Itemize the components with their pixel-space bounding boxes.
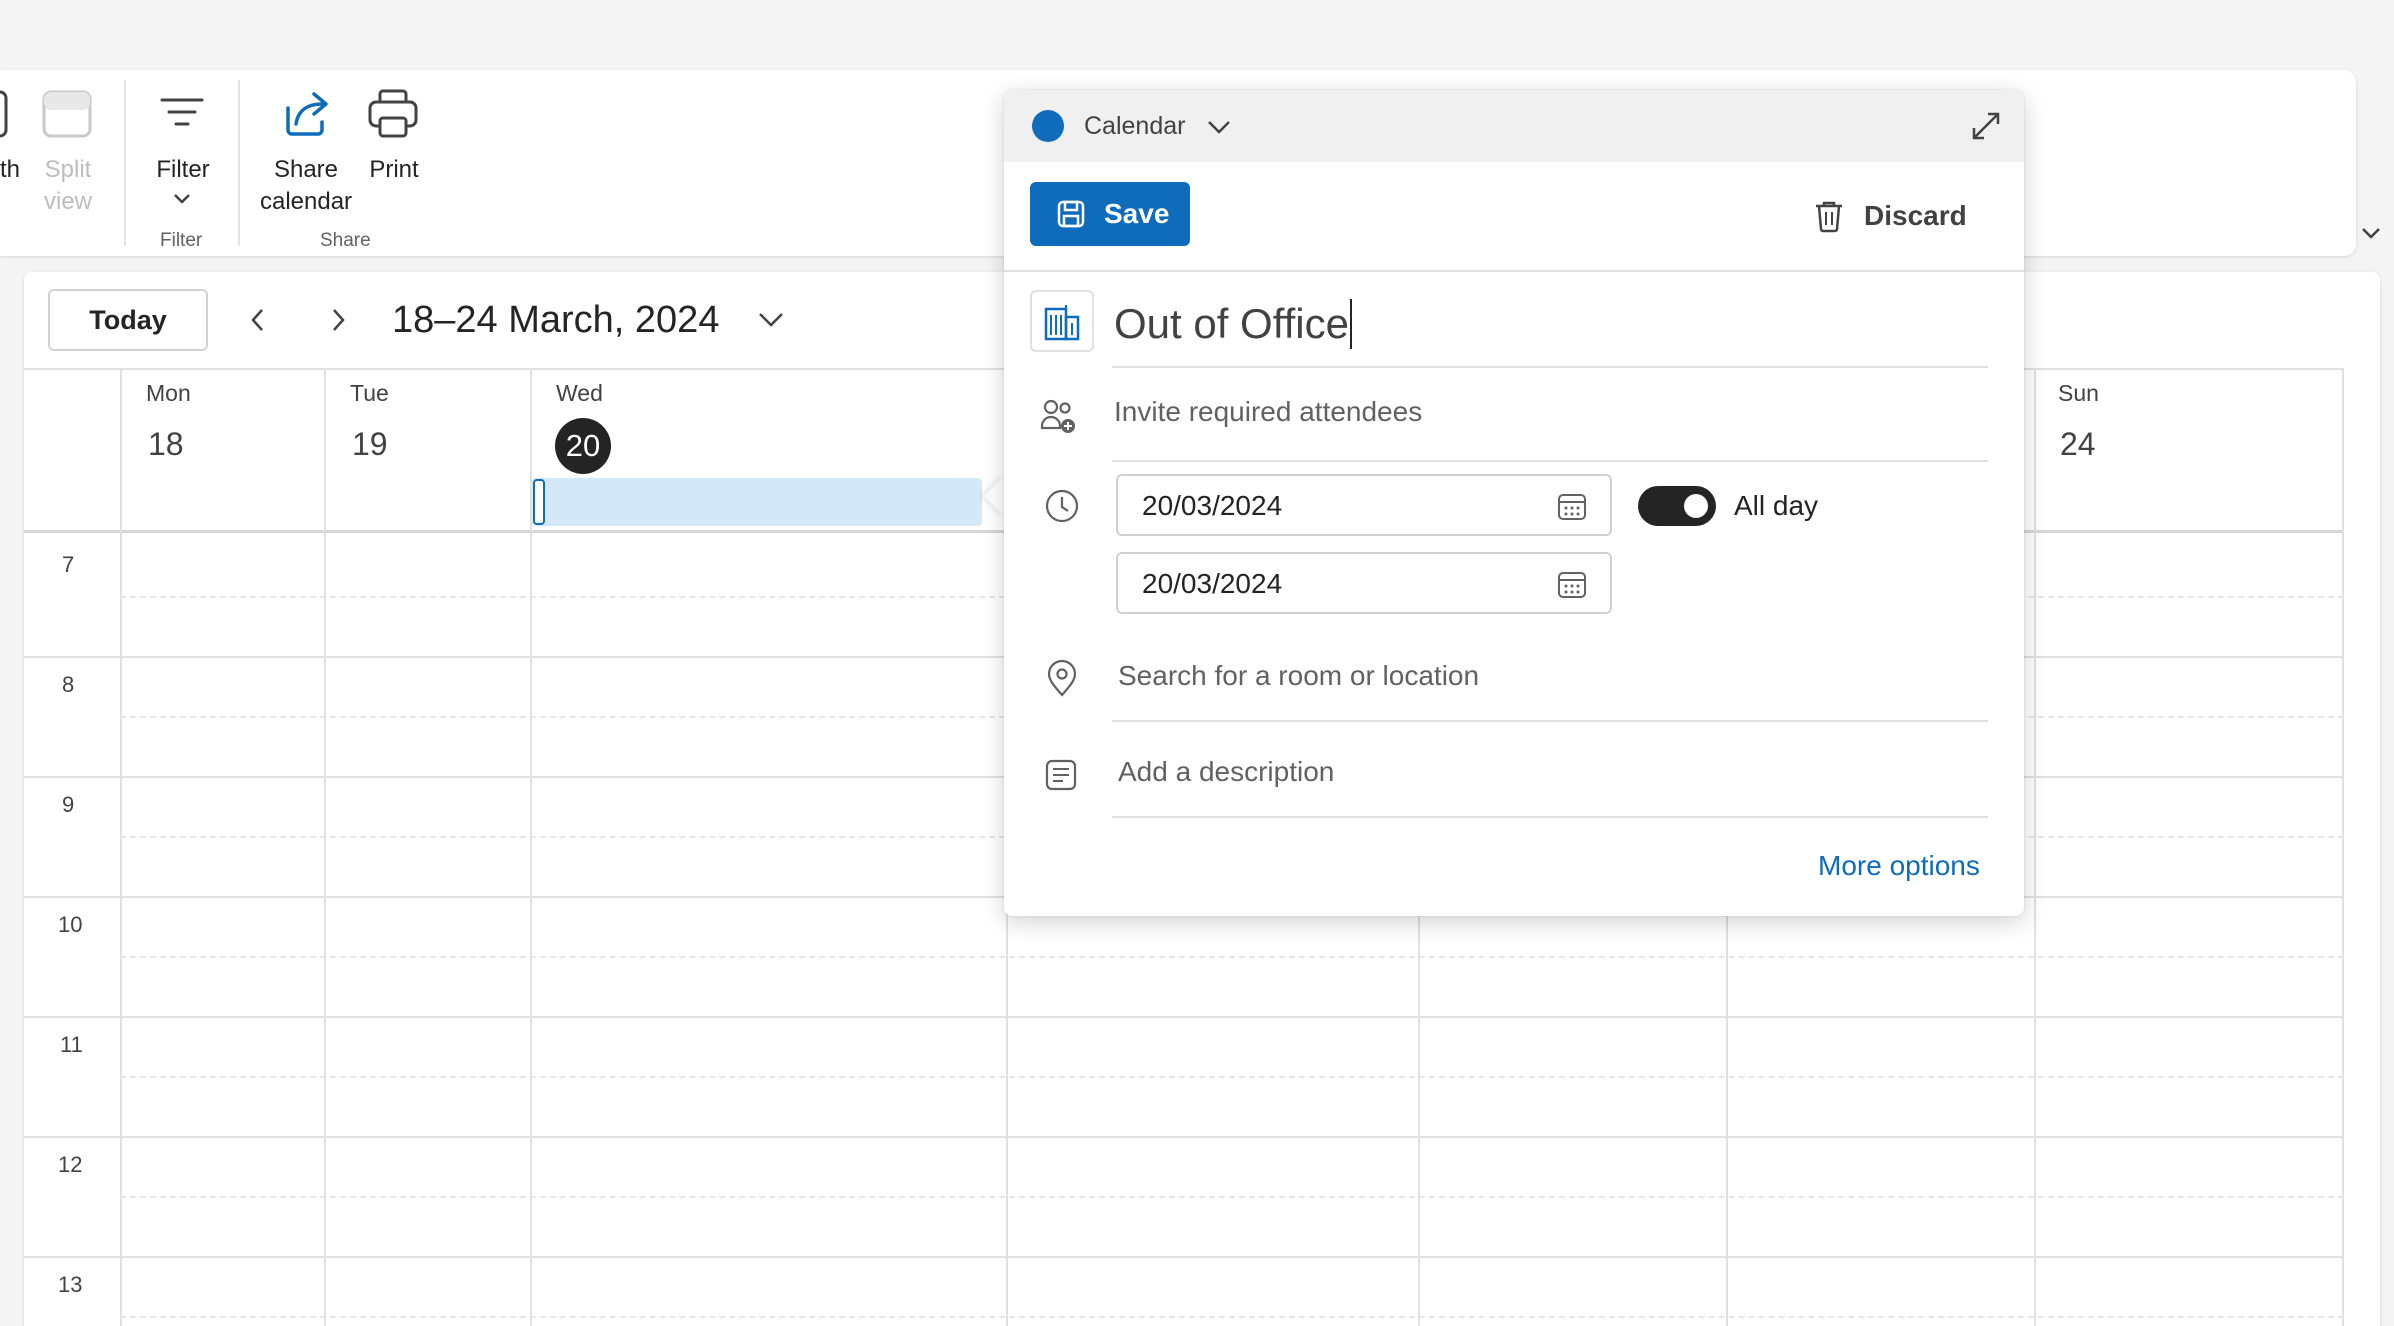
hour-label: 7 xyxy=(62,552,75,577)
day-num-mon[interactable]: 18 xyxy=(148,426,184,463)
trash-icon xyxy=(1814,199,1844,233)
attendees-input[interactable]: Invite required attendees xyxy=(1114,396,1422,428)
attendees-icon xyxy=(1040,398,1078,441)
location-input[interactable]: Search for a room or location xyxy=(1118,660,1479,692)
all-day-label: All day xyxy=(1734,490,1819,521)
end-date-value: 20/03/2024 xyxy=(1142,568,1283,599)
discard-label: Discard xyxy=(1864,200,1967,231)
attendees-underline xyxy=(1112,460,1988,462)
calendar-selector-chevron-icon[interactable] xyxy=(1206,118,1232,141)
column-line xyxy=(120,368,122,1326)
half-hour-line xyxy=(120,956,2344,958)
date-picker-icon[interactable] xyxy=(1556,492,1588,527)
filter-group-label: Filter xyxy=(160,230,203,251)
filter-button[interactable]: Filter xyxy=(154,154,212,186)
share-calendar-button[interactable]: Share calendar xyxy=(254,154,358,218)
column-line xyxy=(324,368,326,1326)
more-options-link[interactable]: More options xyxy=(1818,850,1980,882)
column-line xyxy=(2034,368,2036,1326)
hour-label: 8 xyxy=(62,672,75,697)
hour-label: 11 xyxy=(60,1032,83,1057)
day-name-wed: Wed xyxy=(556,380,603,406)
print-icon[interactable] xyxy=(366,88,420,145)
hour-label: 10 xyxy=(58,912,83,937)
filter-icon[interactable] xyxy=(158,94,206,139)
hour-line xyxy=(24,1256,2344,1258)
quick-event-popup: Calendar Save Discard Out of Office Invi… xyxy=(1004,90,2024,916)
save-button[interactable]: Save xyxy=(1030,182,1190,246)
calendar-color-dot[interactable] xyxy=(1032,110,1064,142)
hour-line xyxy=(24,1016,2344,1018)
description-underline xyxy=(1112,816,1988,818)
title-underline xyxy=(1112,366,1988,368)
share-group-label: Share xyxy=(320,230,371,251)
column-line xyxy=(2342,368,2344,1326)
new-event-all-day-slot[interactable] xyxy=(532,478,982,526)
today-date-circle[interactable]: 20 xyxy=(555,418,611,474)
day-num-sun[interactable]: 24 xyxy=(2060,426,2096,463)
chevron-down-icon[interactable] xyxy=(172,192,192,211)
split-view-icon xyxy=(40,88,96,145)
half-hour-line xyxy=(120,1316,2344,1318)
location-underline xyxy=(1112,720,1988,722)
text-cursor xyxy=(1350,299,1352,349)
expand-icon[interactable] xyxy=(1970,110,2002,147)
previous-week-icon[interactable] xyxy=(246,306,270,339)
day-num-wed: 20 xyxy=(565,428,601,463)
event-title-input[interactable]: Out of Office xyxy=(1114,298,1352,350)
start-date-value: 20/03/2024 xyxy=(1142,490,1283,521)
save-label: Save xyxy=(1104,198,1170,229)
month-view-icon[interactable] xyxy=(0,90,12,145)
print-button[interactable]: Print xyxy=(366,154,422,186)
share-calendar-label-2: calendar xyxy=(259,188,353,215)
hour-label: 12 xyxy=(58,1152,83,1177)
split-view-label-1: Split xyxy=(44,156,92,183)
half-hour-line xyxy=(120,1196,2344,1198)
date-picker-icon[interactable] xyxy=(1556,570,1588,605)
hour-label: 9 xyxy=(62,792,75,817)
discard-button[interactable]: Discard xyxy=(1814,188,1967,244)
popup-header: Calendar xyxy=(1004,90,2024,162)
day-name-sun: Sun xyxy=(2058,380,2099,406)
all-day-toggle[interactable] xyxy=(1638,486,1716,526)
ribbon-divider xyxy=(238,80,240,246)
split-view-label-2: view xyxy=(43,188,92,215)
toolbar-divider xyxy=(1004,270,2024,272)
day-name-mon: Mon xyxy=(146,380,191,406)
event-category-icon[interactable] xyxy=(1030,290,1094,352)
description-icon xyxy=(1044,758,1078,797)
today-button[interactable]: Today xyxy=(48,289,208,351)
toggle-knob xyxy=(1684,494,1708,518)
day-name-tue: Tue xyxy=(350,380,389,406)
day-num-tue[interactable]: 19 xyxy=(352,426,388,463)
ribbon-expand-chevron-icon[interactable] xyxy=(2360,226,2382,247)
event-resize-handle[interactable] xyxy=(533,479,545,525)
half-hour-line xyxy=(120,1076,2344,1078)
start-date-input[interactable]: 20/03/2024 xyxy=(1116,474,1612,536)
hour-label: 13 xyxy=(58,1272,83,1297)
ribbon-divider xyxy=(124,80,126,246)
hour-line xyxy=(24,1136,2344,1138)
share-calendar-label-1: Share xyxy=(273,156,339,183)
clock-icon xyxy=(1044,488,1080,529)
share-calendar-icon[interactable] xyxy=(280,88,332,145)
split-view-button: Split view xyxy=(40,154,96,218)
location-icon xyxy=(1046,659,1078,703)
date-range-title[interactable]: 18–24 March, 2024 xyxy=(392,294,719,346)
date-range-chevron-icon[interactable] xyxy=(756,310,786,335)
next-week-icon[interactable] xyxy=(326,306,350,339)
calendar-selector-label[interactable]: Calendar xyxy=(1084,112,1185,141)
description-input[interactable]: Add a description xyxy=(1118,756,1334,788)
month-view-label[interactable]: th xyxy=(0,154,20,186)
event-title-text: Out of Office xyxy=(1114,300,1349,347)
end-date-input[interactable]: 20/03/2024 xyxy=(1116,552,1612,614)
save-icon xyxy=(1056,199,1086,229)
